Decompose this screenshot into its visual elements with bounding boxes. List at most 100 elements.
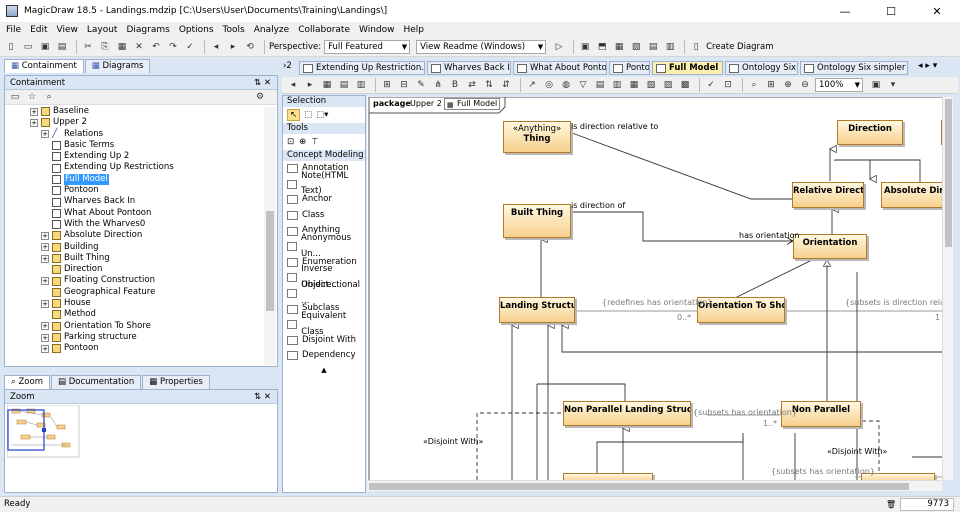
tree-item[interactable]: + ╱ Relations (5, 129, 277, 140)
menu-view[interactable]: View (57, 25, 78, 35)
expand-toggle-icon[interactable]: + (41, 254, 49, 263)
create-diagram-button[interactable]: Create Diagram (706, 42, 773, 52)
refresh-icon[interactable]: ⟲ (243, 41, 257, 53)
tree-scrollbar[interactable] (264, 107, 276, 365)
menu-edit[interactable]: Edit (30, 25, 47, 35)
paint-icon[interactable]: ◍ (559, 79, 573, 91)
class-thing[interactable]: «Anything» Thing (503, 121, 571, 153)
expand-toggle-icon[interactable]: + (30, 118, 38, 127)
pointer-icon[interactable]: ↖ (287, 109, 301, 121)
pen-icon[interactable]: ✎ (414, 79, 428, 91)
palette-item[interactable]: Equivalent Class (283, 311, 365, 337)
menu-window[interactable]: Window (359, 25, 395, 35)
tab-properties[interactable]: ▦ Properties (142, 375, 210, 389)
tree-item[interactable]: Geographical Feature (5, 287, 277, 298)
tree-item[interactable]: Basic Terms (5, 140, 277, 151)
back-icon[interactable]: ◂ (286, 79, 300, 91)
diagram-tab[interactable]: Extending Up Restriction... (299, 61, 425, 75)
expand-toggle-icon[interactable]: + (41, 130, 49, 139)
paste-icon[interactable]: ▦ (115, 41, 129, 53)
expand-toggle-icon[interactable]: + (41, 344, 49, 353)
tree-item[interactable]: Wharves Back In (5, 196, 277, 207)
validate-icon[interactable]: ✓ (704, 79, 718, 91)
compartment-icon[interactable]: ▥ (610, 79, 624, 91)
palette-item[interactable]: Anonymous Un... (283, 233, 365, 259)
expand-toggle-icon[interactable]: + (41, 322, 49, 331)
palette-collapse-icon[interactable]: ▲ (283, 366, 365, 374)
panel-controls-icon[interactable]: ⇅ ✕ (254, 390, 271, 404)
class-non-parallel-landing[interactable]: Non Parallel Landing Structure (563, 401, 691, 426)
palette-item[interactable]: Unidirectional ... (283, 280, 365, 306)
tree-item[interactable]: + Pontoon (5, 343, 277, 354)
layout-icon[interactable]: ⊞ (380, 79, 394, 91)
folder-icon[interactable]: ▭ (8, 91, 22, 103)
tab-zoom[interactable]: ⌕ Zoom (4, 375, 50, 389)
diagram-tab[interactable]: Ontology Six simpler vie... (800, 61, 908, 75)
palette-item[interactable]: Dependency (283, 348, 365, 364)
diagram-tab[interactable]: What About Pontoon (513, 61, 607, 75)
perspective-select[interactable]: Full Featured ▼ (324, 40, 411, 54)
forward-icon[interactable]: ▸ (226, 41, 240, 53)
class-partial-bottom[interactable] (563, 473, 653, 480)
tree-item[interactable]: Method (5, 309, 277, 320)
expand-toggle-icon[interactable]: + (41, 299, 49, 308)
tree-item[interactable]: + Built Thing (5, 253, 277, 264)
shape2-icon[interactable]: ▨ (661, 79, 675, 91)
tree-scroll-thumb[interactable] (266, 211, 274, 311)
tree-item[interactable]: Extending Up 2 (5, 151, 277, 162)
new-project-icon[interactable]: ▯ (4, 41, 18, 53)
zoom-out-icon[interactable]: ⊖ (798, 79, 812, 91)
save-icon[interactable]: ▣ (38, 41, 52, 53)
expand-toggle-icon[interactable]: + (41, 333, 49, 342)
filter-icon[interactable]: ▽ (576, 79, 590, 91)
shape-icon[interactable]: ▧ (644, 79, 658, 91)
expand-toggle-icon[interactable]: + (41, 277, 49, 286)
tab-nav-icons[interactable]: ◂ ▸ ▾ (918, 61, 937, 71)
undo-icon[interactable]: ↶ (149, 41, 163, 53)
canvas-hscroll-thumb[interactable] (369, 483, 909, 490)
memory-indicator[interactable]: 9773 (900, 498, 954, 511)
redo-icon[interactable]: ↷ (166, 41, 180, 53)
tab-containment[interactable]: ▦ Containment (4, 59, 84, 73)
canvas-vscrollbar[interactable] (942, 97, 953, 480)
format-icon[interactable]: ▥ (354, 79, 368, 91)
trash-icon[interactable]: 🗑 (886, 498, 896, 510)
class-direction[interactable]: Direction (837, 120, 903, 145)
tree-item[interactable]: + Upper 2 (5, 117, 277, 128)
palette-item[interactable]: Class (283, 208, 365, 224)
print-icon[interactable]: ▣ (869, 79, 883, 91)
play-icon[interactable]: ▷ (552, 41, 566, 53)
zoom-in-icon[interactable]: ⊕ (781, 79, 795, 91)
tree-item[interactable]: + Orientation To Shore (5, 321, 277, 332)
tree-item[interactable]: What About Pontoon (5, 208, 277, 219)
tree-item[interactable]: Full Model (5, 173, 277, 186)
delete-icon[interactable]: ✕ (132, 41, 146, 53)
tree-item[interactable]: + Building (5, 242, 277, 253)
menu-tools[interactable]: Tools (223, 25, 245, 35)
palette-item[interactable]: Note(HTML Text) (283, 171, 365, 196)
tree-item[interactable]: + Floating Construction (5, 275, 277, 286)
commit-icon[interactable]: ▣ (578, 41, 592, 53)
canvas-hscrollbar[interactable] (367, 480, 942, 491)
save-all-icon[interactable]: ▤ (55, 41, 69, 53)
lasso-icon[interactable]: ⬚▾ (316, 110, 328, 120)
bold-icon[interactable]: B (448, 79, 462, 91)
class-landing-structure[interactable]: Landing Structure (499, 297, 575, 323)
class-absolute-direction[interactable]: Absolute Direction (881, 182, 942, 208)
tree-layout-icon[interactable]: ⋔ (431, 79, 445, 91)
menu-analyze[interactable]: Analyze (254, 25, 289, 35)
route-icon[interactable]: ⊟ (397, 79, 411, 91)
unlock-icon[interactable]: ▧ (629, 41, 643, 53)
symbol-icon[interactable]: ▦ (627, 79, 641, 91)
anchor-tool-icon[interactable]: ⊕ (299, 137, 306, 147)
diagram-canvas[interactable]: package Upper 2 ▦ Full Model «Anything» Th… (367, 97, 942, 480)
shape3-icon[interactable]: ▩ (678, 79, 692, 91)
close-tab-icon[interactable]: ✕ (718, 63, 722, 73)
tree-item[interactable]: Extending Up Restrictions (5, 162, 277, 173)
close-button[interactable]: ✕ (914, 0, 960, 22)
copy-icon[interactable]: ⎘ (98, 41, 112, 53)
cut-icon[interactable]: ✂ (81, 41, 95, 53)
arrange-icon[interactable]: ⇄ (465, 79, 479, 91)
chevron-down-icon[interactable]: ▾ (886, 79, 900, 91)
maximize-button[interactable]: ☐ (868, 0, 914, 22)
